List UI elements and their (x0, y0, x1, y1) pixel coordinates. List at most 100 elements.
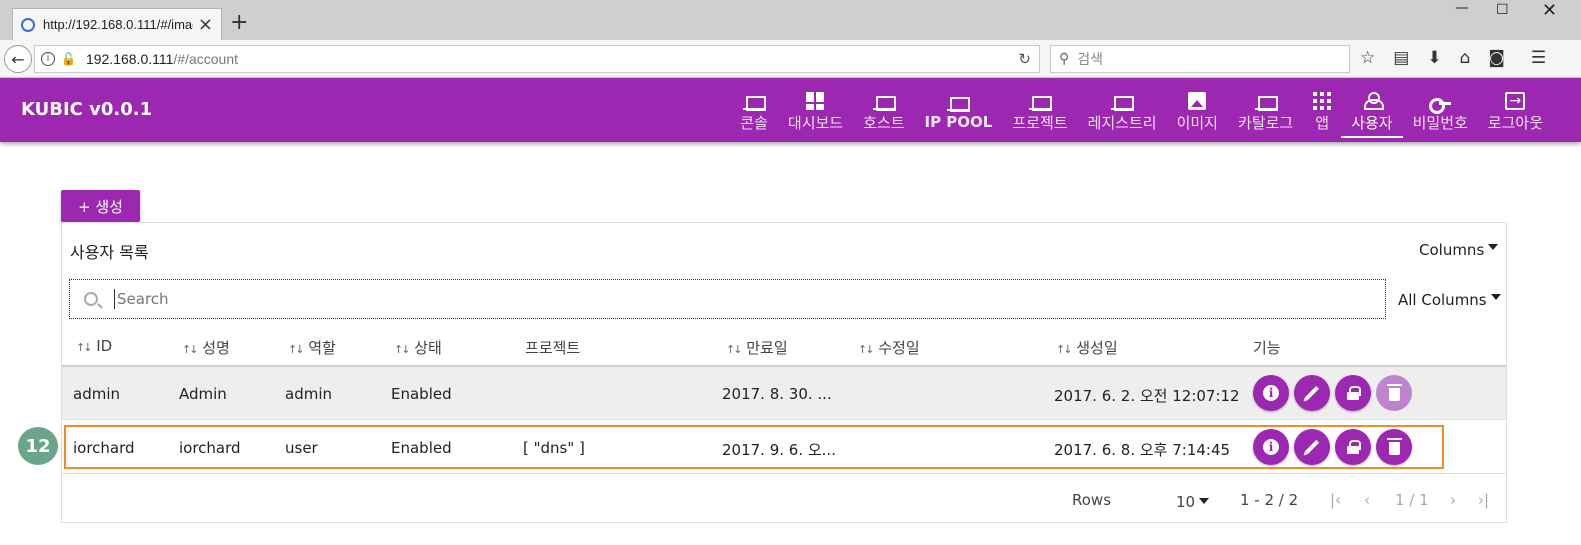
browser-navbar: ← i 🔓 192.168.0.111/#/account ↻ ⚲ 검색 ☆ ▤… (0, 40, 1581, 78)
nav-registry[interactable]: 레지스트리 (1078, 78, 1167, 142)
rows-per-page-value: 10 (1176, 493, 1196, 511)
laptop-icon (1254, 95, 1278, 111)
info-icon[interactable]: i (41, 52, 55, 66)
columns-dropdown[interactable]: Columns (1419, 241, 1499, 259)
laptop-icon (947, 97, 971, 112)
table-row[interactable]: admin Admin admin Enabled 2017. 8. 30. .… (62, 367, 1506, 420)
key-icon (1429, 97, 1452, 114)
search-input[interactable]: Search (69, 279, 1386, 319)
nav-apps[interactable]: 앱 (1303, 78, 1341, 142)
cell-name: Admin (179, 385, 227, 403)
url-text: 192.168.0.111/#/account (85, 51, 239, 67)
header-modified[interactable]: ↑↓ 수정일 (858, 337, 920, 358)
laptop-icon (1111, 95, 1135, 111)
logout-icon: → (1505, 91, 1526, 110)
cell-status: Enabled (391, 385, 452, 403)
rows-per-page-select[interactable]: 10 (1176, 493, 1210, 511)
search-scope-label: All Columns (1398, 291, 1487, 309)
nav-catalog[interactable]: 카탈로그 (1228, 78, 1303, 142)
nav-dashboard[interactable]: 대시보드 (778, 78, 853, 142)
reading-list-icon[interactable]: ▤ (1393, 48, 1409, 68)
nav-label: 콘솔 (740, 113, 768, 132)
caret-down-icon (1490, 294, 1501, 300)
nav-label: 이미지 (1176, 113, 1218, 132)
nav-console[interactable]: 콘솔 (730, 78, 778, 142)
download-icon[interactable]: ⬇ (1427, 48, 1441, 68)
nav-label: 로그아웃 (1487, 113, 1543, 132)
nav-host[interactable]: 호스트 (853, 78, 914, 142)
nav-label: 카탈로그 (1237, 113, 1294, 132)
search-scope-dropdown[interactable]: All Columns (1398, 291, 1501, 309)
header-id[interactable]: ↑↓ ID (76, 337, 112, 355)
nav-label: 비밀번호 (1412, 113, 1468, 132)
header-expiry[interactable]: ↑↓ 만료일 (726, 337, 788, 358)
search-icon: ⚲ (1059, 51, 1070, 67)
reload-icon[interactable]: ↻ (1018, 50, 1031, 68)
main-nav: 콘솔 대시보드 호스트 IP POOL 프로젝트 레지스트리 이미지 카탈로그 (730, 78, 1553, 142)
new-tab-icon[interactable]: + (230, 10, 248, 35)
app-brand[interactable]: KUBIC v0.0.1 (21, 99, 152, 120)
last-page-icon[interactable]: ›| (1478, 491, 1489, 509)
panel-title: 사용자 목록 (70, 243, 149, 262)
close-tab-icon[interactable]: × (198, 14, 213, 35)
nav-label: 프로젝트 (1012, 113, 1068, 132)
page-indicator: 1 / 1 (1395, 491, 1429, 509)
minimize-icon[interactable]: — (1455, 0, 1469, 20)
step-badge: 12 (18, 427, 58, 465)
header-name[interactable]: ↑↓ 성명 (182, 337, 230, 358)
browser-toolbar-icons: ☆ ▤ ⬇ ⌂ ◙ ☰ (1360, 48, 1546, 68)
table-header: ↑↓ ID ↑↓ 성명 ↑↓ 역할 ↑↓ 상태 프로젝트 ↑↓ 만료일 ↑↓ 수… (62, 323, 1506, 367)
edit-button[interactable] (1294, 375, 1330, 411)
address-bar[interactable]: i 🔓 192.168.0.111/#/account ↻ (34, 45, 1040, 73)
nav-project[interactable]: 프로젝트 (1002, 78, 1077, 142)
nav-label: 대시보드 (787, 113, 844, 132)
cell-role: admin (285, 385, 332, 403)
sort-icon: ↑↓ (1056, 343, 1073, 356)
image-icon (1188, 91, 1207, 110)
next-page-icon[interactable]: › (1450, 491, 1456, 509)
row-actions: i (1253, 375, 1412, 411)
maximize-icon[interactable]: ☐ (1496, 2, 1509, 22)
back-icon[interactable]: ← (4, 45, 32, 73)
lock-icon (1347, 386, 1361, 400)
bookmark-star-icon[interactable]: ☆ (1360, 48, 1375, 68)
delete-button (1376, 375, 1412, 411)
first-page-icon[interactable]: |‹ (1330, 491, 1341, 509)
header-status[interactable]: ↑↓ 상태 (394, 337, 442, 358)
user-list-panel: 사용자 목록 Columns Search All Columns ↑↓ ID … (61, 222, 1507, 523)
sort-icon: ↑↓ (76, 341, 93, 354)
nav-label: 호스트 (863, 113, 905, 132)
laptop-icon (872, 95, 896, 111)
menu-icon[interactable]: ☰ (1531, 48, 1546, 68)
laptop-icon (1028, 95, 1052, 111)
nav-logout[interactable]: → 로그아웃 (1478, 78, 1553, 142)
header-created[interactable]: ↑↓ 생성일 (1056, 337, 1118, 358)
pocket-icon[interactable]: ◙ (1488, 48, 1505, 68)
dashboard-icon (806, 91, 825, 110)
laptop-icon (743, 95, 767, 111)
create-button[interactable]: + 생성 (61, 190, 140, 222)
info-button[interactable]: i (1253, 375, 1289, 411)
search-icon (84, 292, 98, 306)
lock-button[interactable] (1335, 375, 1371, 411)
header-role[interactable]: ↑↓ 역할 (288, 337, 336, 358)
nav-label: IP POOL (924, 113, 993, 131)
person-icon (1363, 91, 1384, 110)
insecure-lock-icon: 🔓 (61, 52, 76, 66)
pencil-icon (1304, 385, 1320, 401)
nav-password[interactable]: 비밀번호 (1403, 78, 1478, 142)
row-highlight-box (64, 425, 1444, 469)
tab-title: http://192.168.0.111/#/imag (43, 17, 193, 32)
nav-image[interactable]: 이미지 (1167, 78, 1228, 142)
browser-tab[interactable]: http://192.168.0.111/#/imag × (12, 8, 222, 40)
sort-icon: ↑↓ (394, 343, 411, 356)
nav-users[interactable]: 사용자 (1341, 78, 1404, 142)
prev-page-icon[interactable]: ‹ (1364, 491, 1370, 509)
header-project: 프로젝트 (525, 339, 581, 357)
app-header: KUBIC v0.0.1 콘솔 대시보드 호스트 IP POOL 프로젝트 레지… (0, 78, 1581, 142)
close-window-icon[interactable]: ✕ (1542, 0, 1557, 21)
info-icon: i (1263, 385, 1279, 401)
home-icon[interactable]: ⌂ (1460, 48, 1471, 68)
nav-ip-pool[interactable]: IP POOL (915, 78, 1003, 142)
browser-search-field[interactable]: ⚲ 검색 (1050, 45, 1350, 73)
